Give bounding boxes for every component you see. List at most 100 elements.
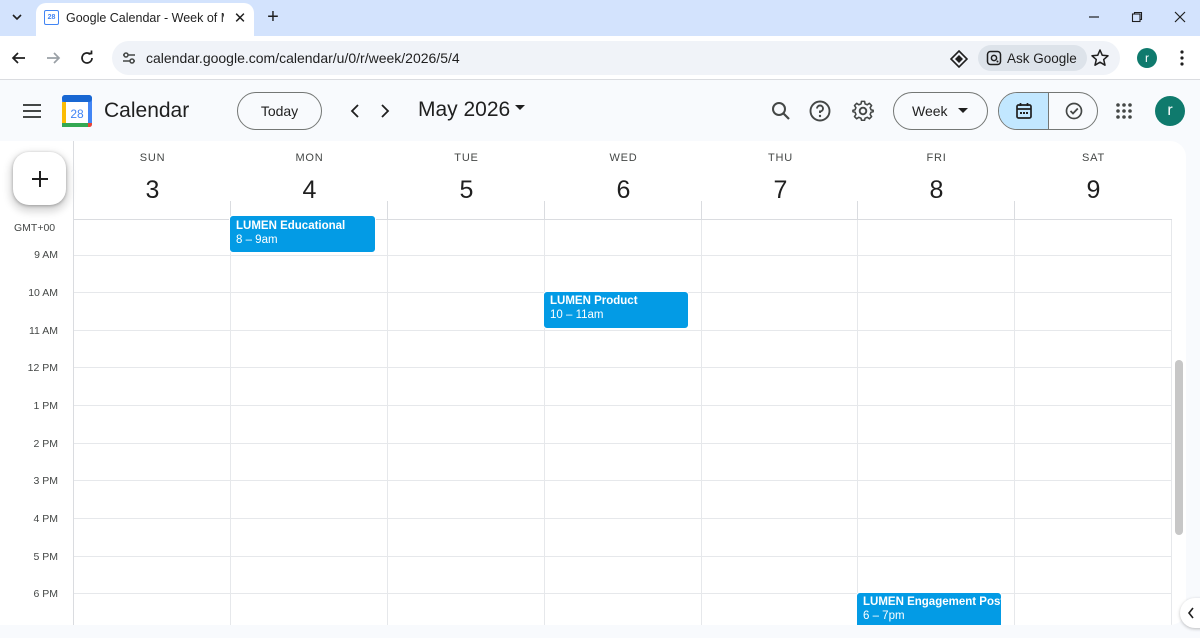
hour-label: 9 AM [34, 249, 58, 261]
today-button[interactable]: Today [237, 92, 322, 130]
event-title: LUMEN Product [550, 295, 638, 307]
gear-icon[interactable] [850, 98, 876, 124]
hour-label: 3 PM [33, 475, 58, 487]
restore-icon[interactable] [1115, 0, 1159, 34]
hour-gridline [74, 480, 1172, 481]
caret-down-icon[interactable] [515, 105, 525, 111]
day-of-week: TUE [454, 152, 479, 164]
day-column-line [544, 220, 545, 625]
day-header-tue[interactable]: TUE 5 [388, 141, 545, 221]
hour-gridline [74, 255, 1172, 256]
column-divider [387, 201, 388, 220]
day-of-week: THU [767, 152, 793, 164]
day-of-week: SAT [1082, 152, 1105, 164]
event-lumen-educational[interactable]: LUMEN Educational 8 – 9am [229, 215, 376, 253]
column-divider [701, 201, 702, 220]
browser-tab-bar: 28 Google Calendar - Week of May ✕ + [0, 0, 1200, 36]
event-time: 6 – 7pm [863, 610, 905, 622]
day-header-sat[interactable]: SAT 9 [1015, 141, 1172, 221]
lens-icon[interactable] [950, 50, 968, 68]
browser-profile-avatar[interactable]: r [1137, 48, 1157, 68]
day-column-line [857, 220, 858, 625]
minimize-icon[interactable] [1072, 0, 1116, 34]
side-panel-toggle[interactable] [1180, 598, 1200, 628]
help-icon[interactable] [807, 98, 833, 124]
vertical-scrollbar[interactable] [1175, 360, 1183, 535]
day-column-line [701, 220, 702, 625]
column-divider [857, 201, 858, 220]
event-time: 10 – 11am [550, 309, 604, 321]
hour-label: 1 PM [33, 400, 58, 412]
hour-label: 11 AM [29, 325, 58, 337]
day-number[interactable]: 7 [702, 176, 859, 205]
view-selector-button[interactable]: Week [893, 92, 988, 130]
plus-icon[interactable]: + [262, 6, 284, 28]
close-window-icon[interactable] [1158, 0, 1200, 34]
day-header-wed[interactable]: WED 6 [545, 141, 702, 221]
url-text[interactable]: calendar.google.com/calendar/u/0/r/week/… [146, 50, 460, 66]
hour-gridline [74, 443, 1172, 444]
day-column-line [230, 220, 231, 625]
event-lumen-engagement-post[interactable]: LUMEN Engagement Post 6 – 7pm [856, 592, 1002, 625]
kebab-icon[interactable] [1172, 48, 1192, 68]
month-title[interactable]: May 2026 [418, 98, 510, 122]
hour-label: 10 AM [28, 287, 58, 299]
caret-down-icon [958, 108, 968, 113]
menu-icon[interactable] [18, 97, 46, 125]
forward-icon[interactable] [41, 46, 65, 70]
event-lumen-product[interactable]: LUMEN Product 10 – 11am [543, 291, 689, 329]
day-header-sun[interactable]: SUN 3 [74, 141, 231, 221]
hour-gridline [74, 518, 1172, 519]
chevron-left-icon [1187, 607, 1194, 619]
tab-search-icon[interactable] [6, 6, 28, 28]
event-title: LUMEN Engagement Post [863, 596, 1002, 608]
event-title: LUMEN Educational [236, 220, 346, 232]
event-time: 8 – 9am [236, 234, 278, 246]
ask-google-label: Ask Google [1007, 50, 1077, 66]
back-icon[interactable] [7, 46, 31, 70]
day-of-week: WED [609, 152, 638, 164]
view-switch [998, 92, 1098, 130]
day-of-week: SUN [139, 152, 166, 164]
tab-title: Google Calendar - Week of May [66, 11, 224, 25]
chevron-left-icon[interactable] [343, 99, 367, 123]
day-number[interactable]: 5 [388, 176, 545, 205]
chevron-right-icon[interactable] [373, 99, 397, 123]
day-number[interactable]: 6 [545, 176, 702, 205]
day-column-line [1014, 220, 1015, 625]
hour-label: 12 PM [27, 362, 58, 374]
hour-gridline [74, 367, 1172, 368]
close-icon[interactable]: ✕ [231, 9, 249, 27]
day-column-line [1171, 220, 1172, 625]
search-icon[interactable] [768, 98, 794, 124]
google-lens-icon [986, 50, 1002, 66]
hour-label: 2 PM [33, 438, 58, 450]
star-icon[interactable] [1090, 48, 1110, 68]
reload-icon[interactable] [75, 46, 99, 70]
day-number[interactable]: 9 [1015, 176, 1172, 205]
day-column-line [387, 220, 388, 625]
site-info-icon[interactable] [120, 49, 138, 67]
browser-tab[interactable]: 28 Google Calendar - Week of May ✕ [36, 3, 254, 36]
day-number[interactable]: 4 [231, 176, 388, 205]
calendar-logo-icon[interactable]: 28 [62, 95, 92, 127]
calendar-favicon-icon: 28 [44, 10, 59, 25]
day-of-week: FRI [926, 152, 947, 164]
day-header-fri[interactable]: FRI 8 [858, 141, 1015, 221]
create-button[interactable] [13, 152, 66, 205]
hour-gridline [74, 556, 1172, 557]
calendar-view-icon[interactable] [999, 93, 1049, 129]
avatar[interactable]: r [1155, 96, 1185, 126]
browser-toolbar: calendar.google.com/calendar/u/0/r/week/… [0, 36, 1200, 80]
hour-label: 5 PM [33, 551, 58, 563]
day-number[interactable]: 8 [858, 176, 1015, 205]
apps-grid-icon[interactable] [1112, 99, 1136, 123]
tasks-icon[interactable] [1049, 93, 1097, 129]
hour-gridline [74, 330, 1172, 331]
column-divider [1014, 201, 1015, 220]
address-bar[interactable]: calendar.google.com/calendar/u/0/r/week/… [112, 41, 1120, 75]
day-header-thu[interactable]: THU 7 [702, 141, 859, 221]
day-header-mon[interactable]: MON 4 [231, 141, 388, 221]
ask-google-button[interactable]: Ask Google [978, 45, 1087, 71]
day-number[interactable]: 3 [74, 176, 231, 205]
